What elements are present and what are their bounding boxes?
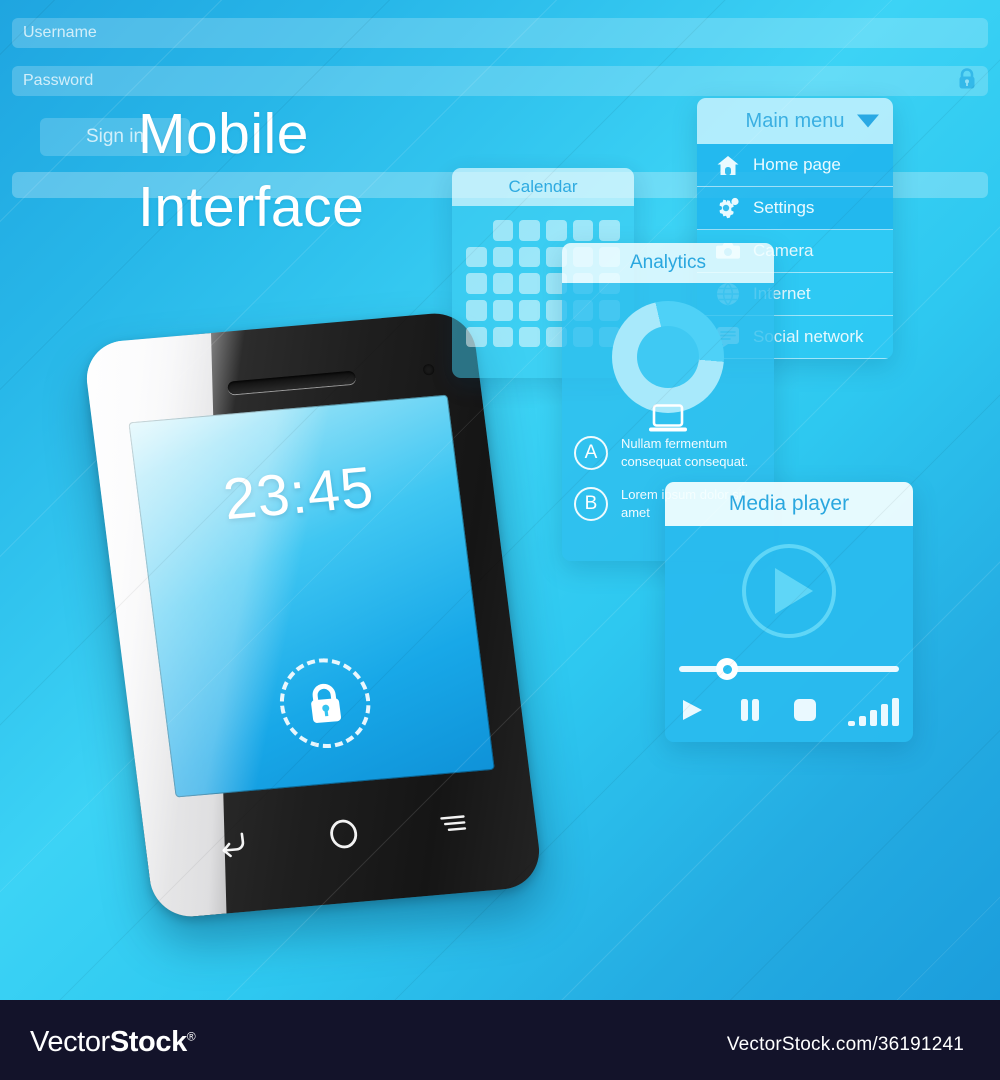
media-player-card[interactable]: Media player (665, 482, 913, 742)
donut-chart (612, 301, 724, 413)
illustration-canvas: Mobile Interface 23:45 (0, 0, 1000, 1000)
back-button[interactable] (213, 827, 251, 865)
calendar-cell[interactable] (492, 220, 514, 241)
calendar-cell[interactable] (492, 273, 514, 295)
calendar-cell[interactable] (519, 220, 540, 241)
menu-item-label: Home page (753, 155, 841, 174)
calendar-cell[interactable] (466, 273, 487, 295)
menu-item-label: Settings (753, 198, 815, 217)
media-player-title: Media player (665, 482, 913, 526)
seek-bar[interactable] (679, 658, 899, 680)
vectorstock-url: VectorStock.com/36191241 (726, 1034, 964, 1055)
calendar-cell[interactable] (572, 220, 594, 241)
page-title-line1: Mobile (138, 102, 309, 166)
username-placeholder: Username (23, 24, 97, 41)
legend-badge: A (574, 435, 608, 470)
logo-prefix: Vector (30, 1026, 110, 1058)
legend-badge: B (574, 486, 608, 521)
media-player-body (665, 526, 913, 742)
lock-icon (957, 67, 977, 95)
menu-button[interactable] (437, 811, 471, 842)
gear-icon (709, 196, 747, 220)
password-input[interactable]: Password (12, 66, 988, 96)
pause-button[interactable] (737, 697, 763, 728)
calendar-cell[interactable] (545, 220, 567, 241)
seek-handle[interactable] (716, 658, 739, 680)
calendar-cell[interactable] (492, 326, 514, 348)
password-placeholder: Password (23, 72, 94, 89)
menu-item-home-page[interactable]: Home page (697, 144, 893, 187)
play-button-large[interactable] (742, 544, 836, 638)
calendar-cell[interactable] (519, 273, 540, 295)
play-icon (775, 568, 813, 614)
phone-screen[interactable]: 23:45 (128, 394, 495, 798)
smartphone-mockup: 23:45 (82, 310, 544, 920)
signal-bars-icon[interactable] (847, 698, 899, 726)
calendar-cell[interactable] (519, 246, 540, 268)
calendar-cell[interactable] (519, 300, 540, 321)
play-button[interactable] (679, 697, 707, 728)
media-controls (679, 692, 899, 732)
calendar-cell (466, 220, 487, 241)
main-menu-title-bar[interactable]: Main menu (697, 98, 893, 144)
calendar-cell[interactable] (466, 326, 487, 348)
laptop-icon (647, 403, 689, 442)
vectorstock-logo: VectorStock® (30, 1026, 196, 1059)
home-button[interactable] (325, 815, 364, 857)
legend-text: Nullam fermentum consequat consequat. (621, 436, 749, 469)
home-icon (709, 154, 747, 177)
menu-item-settings[interactable]: Settings (697, 187, 893, 230)
screen-glare (128, 394, 495, 798)
chevron-down-icon[interactable] (857, 114, 879, 128)
calendar-cell[interactable] (466, 300, 487, 321)
calendar-cell[interactable] (599, 220, 620, 241)
username-input[interactable]: Username (12, 18, 988, 48)
watermark-footer: VectorStock® VectorStock.com/36191241 (0, 1000, 1000, 1080)
calendar-title: Calendar (452, 168, 634, 206)
calendar-cell[interactable] (492, 300, 514, 321)
analytics-title: Analytics (562, 243, 774, 283)
registered-mark: ® (186, 1029, 196, 1044)
main-menu-title: Main menu (745, 109, 845, 132)
logo-suffix: Stock (109, 1026, 187, 1058)
page-title: Mobile Interface (138, 98, 364, 244)
calendar-cell[interactable] (466, 246, 487, 268)
stop-button[interactable] (792, 697, 818, 728)
page-title-line2: Interface (138, 174, 365, 239)
calendar-cell[interactable] (519, 326, 540, 348)
sign-in-label: Sign in (85, 126, 145, 147)
calendar-cell[interactable] (492, 246, 514, 268)
